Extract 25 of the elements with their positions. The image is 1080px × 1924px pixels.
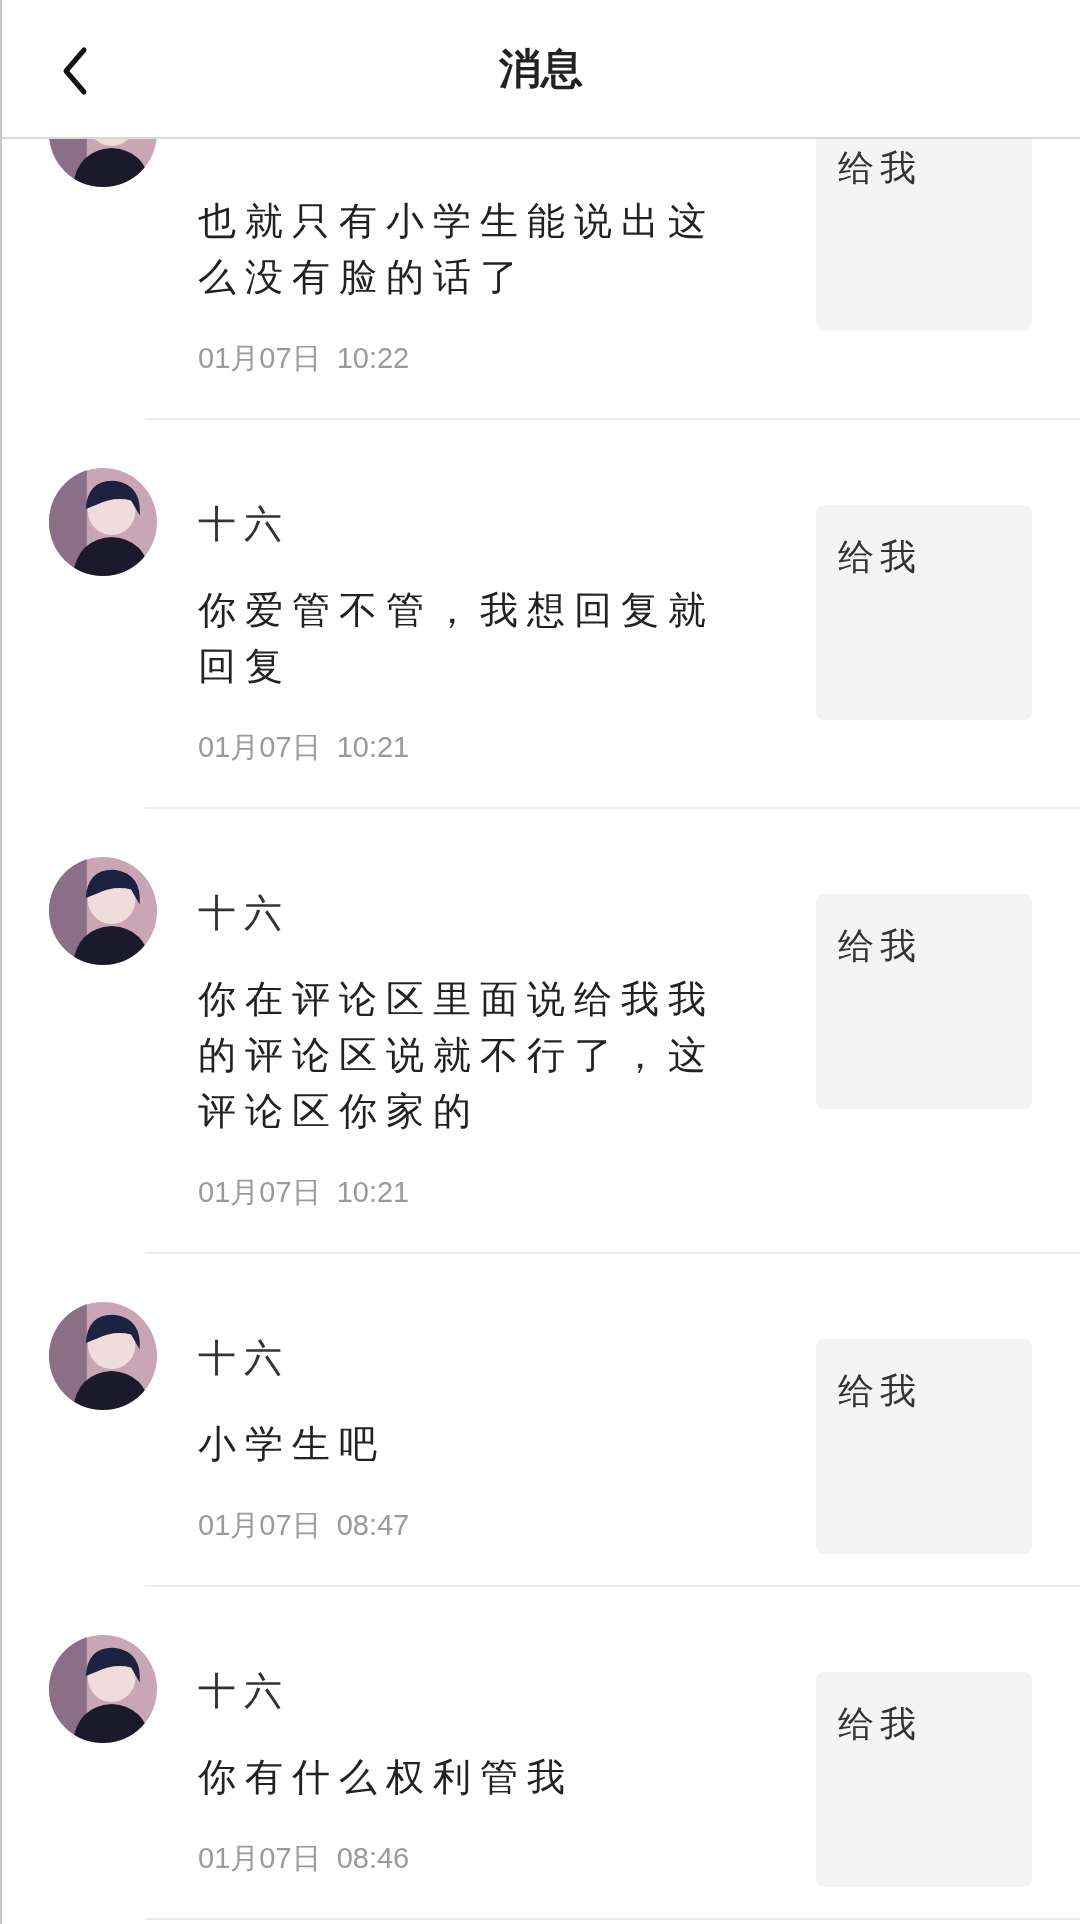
message-text: 小学生吧 [198, 1421, 387, 1468]
quoted-post[interactable]: 给我 [816, 139, 1032, 331]
message-text: 你爱管不管，我想回复就回复 [198, 587, 716, 690]
timestamp: 01月07日 10:22 [198, 341, 411, 376]
quoted-post[interactable]: 给我 [816, 1672, 1032, 1887]
timestamp: 01月07日 10:21 [198, 730, 411, 765]
quoted-text: 给我 [838, 147, 922, 188]
quoted-post[interactable]: 给我 [816, 894, 1032, 1109]
quoted-post[interactable]: 给我 [816, 1339, 1032, 1554]
timestamp: 01月07日 08:46 [198, 1841, 411, 1876]
quoted-post[interactable]: 给我 [816, 505, 1032, 720]
page-title: 消息 [499, 42, 583, 95]
sender-name: 十六 [198, 890, 291, 937]
timestamp: 01月07日 10:21 [198, 1175, 411, 1210]
timestamp: 01月07日 08:47 [198, 1508, 411, 1543]
message-text: 也就只有小学生能说出这么没有脸的话了 [198, 198, 716, 301]
message-text: 你在评论区里面说给我我的评论区说就不行了，这评论区你家的 [198, 976, 716, 1135]
sender-name: 十六 [198, 1335, 291, 1382]
sender-name: 十六 [198, 501, 291, 548]
quoted-text: 给我 [838, 536, 922, 577]
sender-name: 十六 [198, 1668, 291, 1715]
quoted-text: 给我 [838, 1703, 922, 1744]
message-text: 你有什么权利管我 [198, 1754, 575, 1801]
quoted-text: 给我 [838, 1370, 922, 1411]
quoted-text: 给我 [838, 925, 922, 966]
